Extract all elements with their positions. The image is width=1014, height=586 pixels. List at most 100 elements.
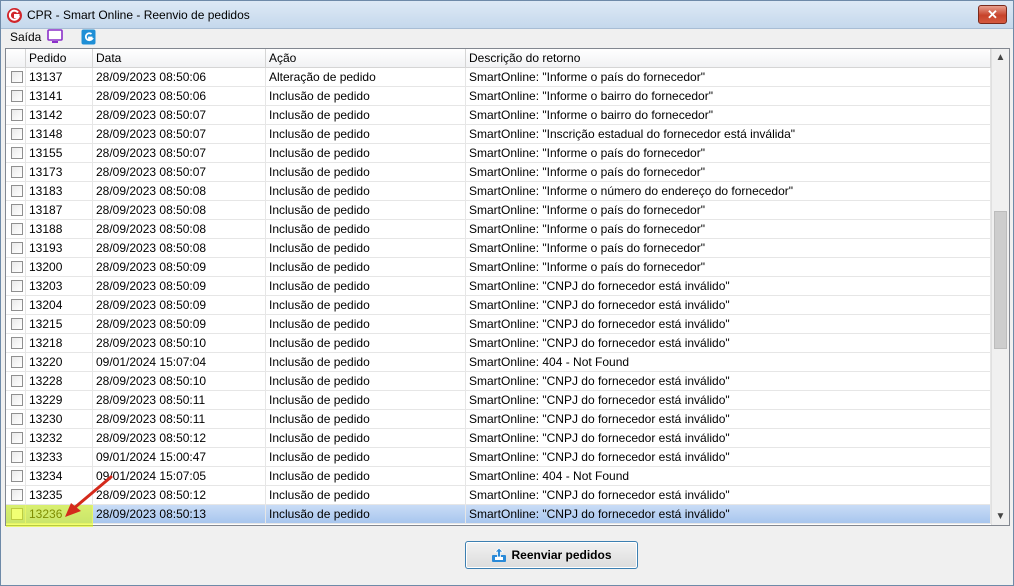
row-checkbox-cell[interactable] <box>6 144 26 163</box>
row-checkbox[interactable] <box>11 337 23 349</box>
row-checkbox[interactable] <box>11 318 23 330</box>
row-checkbox[interactable] <box>11 280 23 292</box>
table-row[interactable]: 13233 09/01/2024 15:00:47 Inclusão de pedi… <box>6 448 991 467</box>
table-row[interactable]: 13142 28/09/2023 08:50:07 Inclusão de pedi… <box>6 106 991 125</box>
row-checkbox[interactable] <box>11 261 23 273</box>
table-row[interactable]: 13232 28/09/2023 08:50:12 Inclusão de pedi… <box>6 429 991 448</box>
header-pedido[interactable]: Pedido <box>26 49 93 68</box>
row-checkbox-cell[interactable] <box>6 467 26 486</box>
table-row[interactable]: 13220 09/01/2024 15:07:04 Inclusão de pedi… <box>6 353 991 372</box>
table-row[interactable]: 13155 28/09/2023 08:50:07 Inclusão de pedi… <box>6 144 991 163</box>
cell-acao: Inclusão de pedido <box>266 315 466 334</box>
table-row[interactable]: 13204 28/09/2023 08:50:09 Inclusão de pedi… <box>6 296 991 315</box>
vertical-scrollbar[interactable]: ▲ ▼ <box>991 49 1009 525</box>
table-row[interactable]: 13188 28/09/2023 08:50:08 Inclusão de pedi… <box>6 220 991 239</box>
row-checkbox-cell[interactable] <box>6 239 26 258</box>
scroll-up-icon[interactable]: ▲ <box>992 49 1009 66</box>
row-checkbox[interactable] <box>11 185 23 197</box>
table-row[interactable]: 13187 28/09/2023 08:50:08 Inclusão de pedi… <box>6 201 991 220</box>
cell-descricao: SmartOnline: "Informe o país do forneced… <box>466 68 991 87</box>
row-checkbox-cell[interactable] <box>6 220 26 239</box>
table-row[interactable]: 13230 28/09/2023 08:50:11 Inclusão de pedi… <box>6 410 991 429</box>
row-checkbox-cell[interactable] <box>6 277 26 296</box>
table-row[interactable]: 1323628/09/2023 08:50:13Inclusão de pedi… <box>6 505 991 524</box>
row-checkbox[interactable] <box>11 413 23 425</box>
row-checkbox-cell[interactable] <box>6 125 26 144</box>
row-checkbox-cell[interactable] <box>6 258 26 277</box>
row-checkbox[interactable] <box>11 451 23 463</box>
row-checkbox-cell[interactable] <box>6 429 26 448</box>
row-checkbox[interactable] <box>11 204 23 216</box>
cell-data: 28/09/2023 08:50:09 <box>93 258 266 277</box>
row-checkbox-cell[interactable] <box>6 315 26 334</box>
table-row[interactable]: 13218 28/09/2023 08:50:10 Inclusão de pedi… <box>6 334 991 353</box>
row-checkbox[interactable] <box>11 470 23 482</box>
monitor-icon[interactable] <box>47 29 63 44</box>
cell-descricao: SmartOnline: "CNPJ do fornecedor está in… <box>466 334 991 353</box>
table-row[interactable]: 13173 28/09/2023 08:50:07 Inclusão de pedi… <box>6 163 991 182</box>
table-row[interactable]: 13235 28/09/2023 08:50:12 Inclusão de pedi… <box>6 486 991 505</box>
table-row[interactable]: 13137 28/09/2023 08:50:06 Alteração de ped… <box>6 68 991 87</box>
row-checkbox[interactable] <box>11 166 23 178</box>
cell-pedido: 13183 <box>26 182 93 201</box>
header-descricao[interactable]: Descrição do retorno <box>466 49 991 68</box>
table-row[interactable]: 13228 28/09/2023 08:50:10 Inclusão de pedi… <box>6 372 991 391</box>
row-checkbox[interactable] <box>11 356 23 368</box>
table-row[interactable]: 13193 28/09/2023 08:50:08 Inclusão de pedi… <box>6 239 991 258</box>
cell-descricao: SmartOnline: "CNPJ do fornecedor está in… <box>466 505 991 524</box>
orders-grid[interactable]: Pedido Data Ação Descrição do retorno 13… <box>5 48 1010 526</box>
smart-logo-icon[interactable] <box>81 29 96 45</box>
header-acao[interactable]: Ação <box>266 49 466 68</box>
table-row[interactable]: 13200 28/09/2023 08:50:09 Inclusão de pedi… <box>6 258 991 277</box>
close-button[interactable]: ✕ <box>978 5 1007 24</box>
row-checkbox[interactable] <box>11 109 23 121</box>
cell-data: 09/01/2024 15:07:04 <box>93 353 266 372</box>
cell-acao: Inclusão de pedido <box>266 486 466 505</box>
row-checkbox-cell[interactable] <box>6 334 26 353</box>
row-checkbox-cell[interactable] <box>6 372 26 391</box>
resend-orders-button[interactable]: Reenviar pedidos <box>465 541 638 569</box>
cell-pedido: 13220 <box>26 353 93 372</box>
row-checkbox-cell[interactable] <box>6 68 26 87</box>
cell-acao: Inclusão de pedido <box>266 239 466 258</box>
scroll-thumb[interactable] <box>994 211 1007 349</box>
cell-data: 28/09/2023 08:50:07 <box>93 125 266 144</box>
row-checkbox[interactable] <box>11 489 23 501</box>
row-checkbox-cell[interactable] <box>6 448 26 467</box>
row-checkbox-cell[interactable] <box>6 486 26 505</box>
row-checkbox[interactable] <box>11 90 23 102</box>
table-row[interactable]: 13148 28/09/2023 08:50:07 Inclusão de pedi… <box>6 125 991 144</box>
row-checkbox[interactable] <box>11 394 23 406</box>
menu-exit[interactable]: Saída <box>10 30 41 44</box>
row-checkbox-cell[interactable] <box>6 296 26 315</box>
upload-icon <box>492 547 507 562</box>
row-checkbox-cell[interactable] <box>6 87 26 106</box>
table-row[interactable]: 13141 28/09/2023 08:50:06 Inclusão de pedi… <box>6 87 991 106</box>
table-row[interactable]: 13234 09/01/2024 15:07:05 Inclusão de pedi… <box>6 467 991 486</box>
row-checkbox-cell[interactable] <box>6 353 26 372</box>
row-checkbox[interactable] <box>11 242 23 254</box>
row-checkbox-cell[interactable] <box>6 182 26 201</box>
table-row[interactable]: 13183 28/09/2023 08:50:08 Inclusão de pedi… <box>6 182 991 201</box>
table-row[interactable]: 13229 28/09/2023 08:50:11 Inclusão de pedi… <box>6 391 991 410</box>
row-checkbox[interactable] <box>11 299 23 311</box>
row-checkbox-cell[interactable] <box>6 201 26 220</box>
header-data[interactable]: Data <box>93 49 266 68</box>
cell-pedido: 13204 <box>26 296 93 315</box>
row-checkbox-cell[interactable] <box>6 106 26 125</box>
cell-acao: Inclusão de pedido <box>266 353 466 372</box>
row-checkbox[interactable] <box>11 71 23 83</box>
table-row[interactable]: 13203 28/09/2023 08:50:09 Inclusão de pedi… <box>6 277 991 296</box>
scroll-down-icon[interactable]: ▼ <box>992 508 1009 525</box>
row-checkbox[interactable] <box>11 223 23 235</box>
row-checkbox-cell[interactable] <box>6 391 26 410</box>
cell-acao: Inclusão de pedido <box>266 144 466 163</box>
row-checkbox[interactable] <box>11 432 23 444</box>
row-checkbox[interactable] <box>11 128 23 140</box>
row-checkbox[interactable] <box>11 375 23 387</box>
row-checkbox[interactable] <box>11 147 23 159</box>
table-row[interactable]: 13215 28/09/2023 08:50:09 Inclusão de pedi… <box>6 315 991 334</box>
cell-acao: Inclusão de pedido <box>266 220 466 239</box>
row-checkbox-cell[interactable] <box>6 163 26 182</box>
row-checkbox-cell[interactable] <box>6 410 26 429</box>
